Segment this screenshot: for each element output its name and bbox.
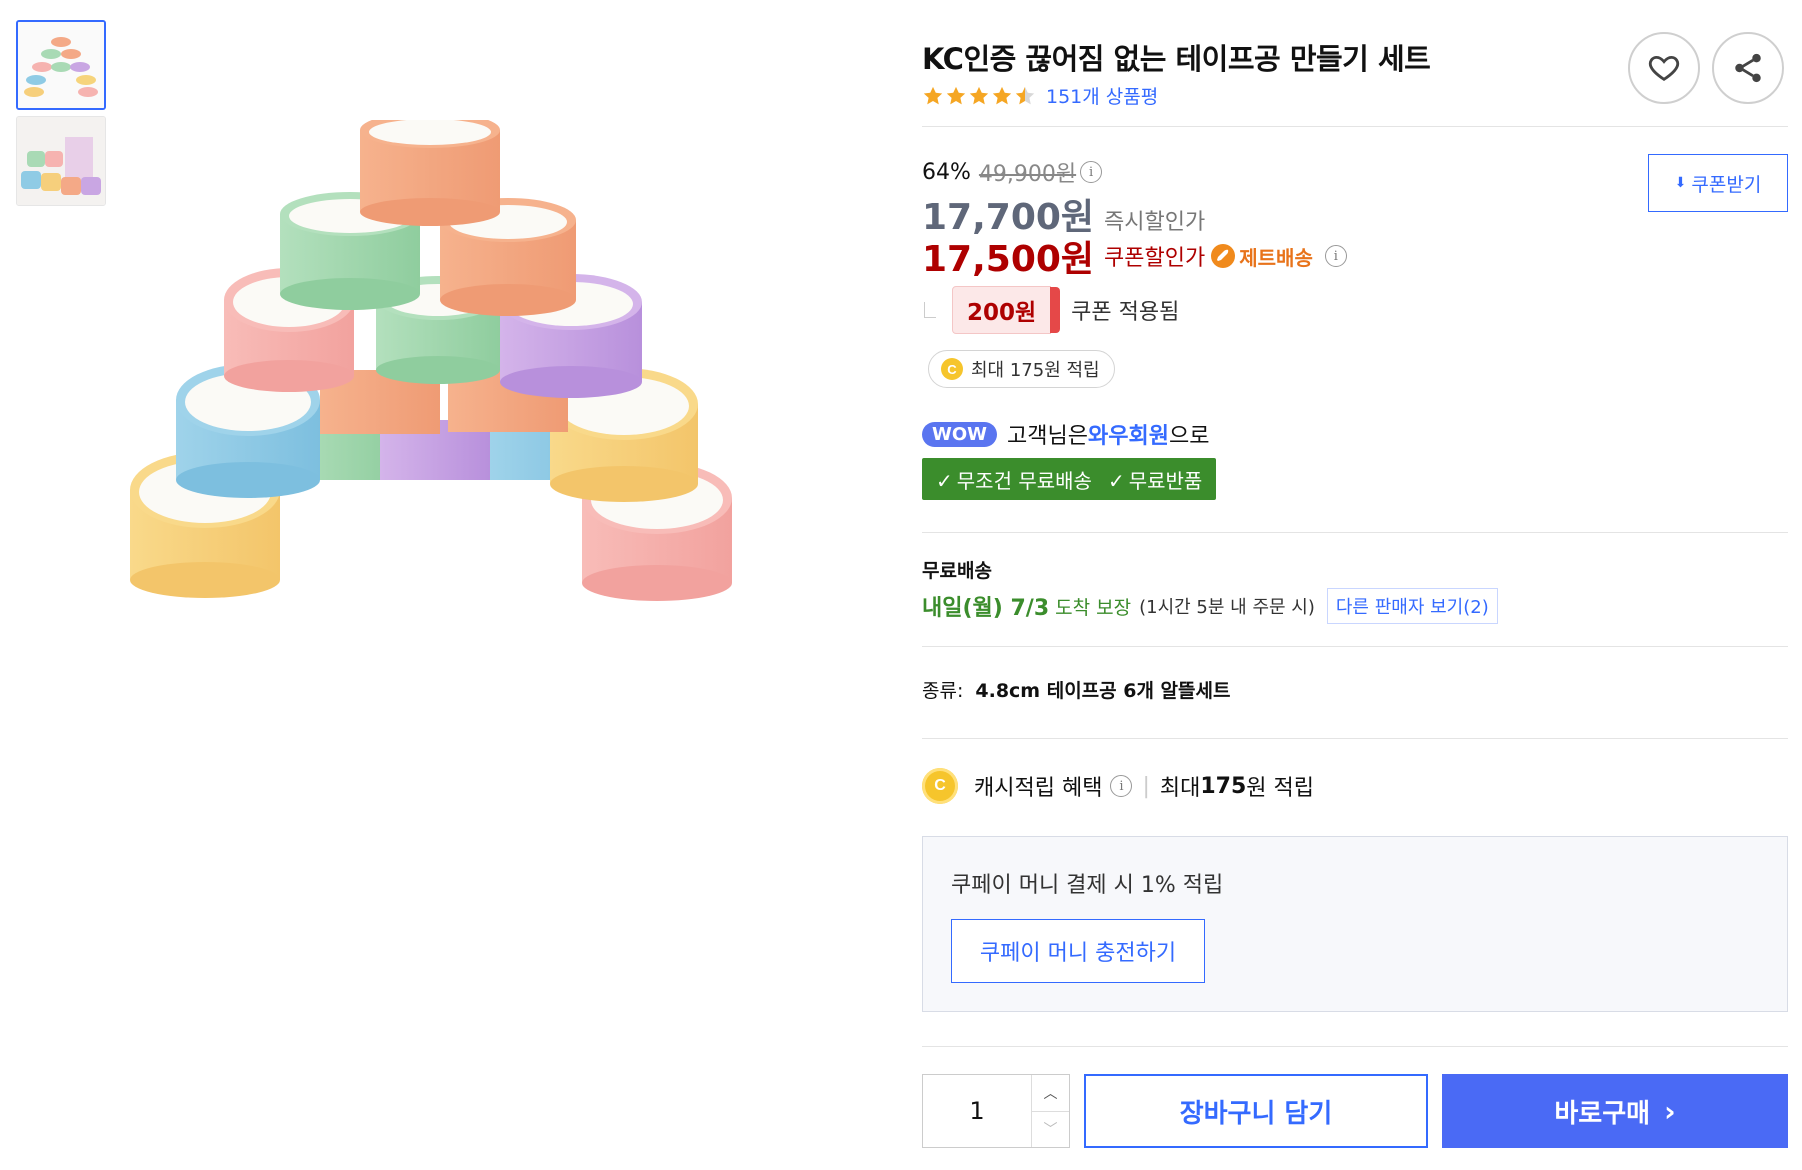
thumbnail-2-image (17, 117, 105, 205)
original-price: 49,900원 (978, 162, 1077, 187)
star-icon (923, 86, 943, 104)
coupon-price-label: 쿠폰할인가 (1104, 246, 1206, 271)
rocket-icon (1211, 244, 1236, 268)
cashback-label: 캐시적립 혜택 (974, 776, 1103, 801)
rating-row: 151개 상품평 (922, 82, 1158, 109)
check-icon: ✓ (936, 468, 953, 493)
quantity-decrease-button[interactable]: ﹀ (1032, 1110, 1069, 1148)
thumbnail-2[interactable] (16, 116, 106, 206)
quantity-increase-button[interactable]: ︿ (1032, 1075, 1069, 1111)
arrival-guarantee: 도착 보장 (1055, 596, 1132, 619)
quantity-steps: ︿ ﹀ (1031, 1075, 1069, 1147)
tree-corner (924, 302, 936, 318)
wow-member-row: WOW 고객님은 와우회원 으로 (922, 418, 1209, 450)
discount-row: 64% 49,900원 i (922, 156, 1103, 188)
coupon-download-label: 쿠폰받기 (1691, 173, 1762, 196)
coupon-applied-row: 200원 쿠폰 적용됨 (922, 286, 1179, 334)
divider (922, 646, 1788, 647)
coupay-charge-button[interactable]: 쿠페이 머니 충전하기 (951, 919, 1205, 983)
coupay-box: 쿠페이 머니 결제 시 1% 적립 쿠페이 머니 충전하기 (922, 836, 1788, 1012)
wow-highlight: 와우회원 (1087, 424, 1169, 449)
benefit-free-return-label: 무료반품 (1128, 468, 1203, 493)
discount-rate: 64% (922, 159, 971, 185)
cash-reward-pill: C 최대 175원 적립 (928, 350, 1115, 388)
arrival-date: 내일(월) 7/3 (922, 596, 1050, 621)
add-to-cart-button[interactable]: 장바구니 담기 (1084, 1074, 1428, 1148)
coupon-download-button[interactable]: ⬇ 쿠폰받기 (1648, 154, 1788, 212)
option-row: 종류: 4.8cm 테이프공 6개 알뜰세트 (922, 676, 1230, 703)
cashback-value-prefix: 최대 (1159, 776, 1201, 801)
cash-reward-text: 최대 175원 적립 (971, 360, 1100, 381)
shipping-row: 내일(월) 7/3 도착 보장 (1시간 5분 내 주문 시) 다른 판매자 보… (922, 588, 1498, 624)
coupon-amount-badge: 200원 (952, 286, 1061, 334)
benefit-free-return: ✓ 무료반품 (1108, 465, 1202, 494)
share-icon (1735, 53, 1761, 83)
cashback-row: C 캐시적립 혜택 i | 최대 175 원 적립 (922, 768, 1314, 804)
wow-suffix: 으로 (1168, 424, 1210, 449)
chevron-right-icon: › (1664, 1094, 1676, 1128)
thumbnail-1[interactable] (16, 20, 106, 110)
share-button[interactable] (1712, 32, 1784, 104)
check-icon: ✓ (1107, 468, 1125, 493)
star-icon (969, 86, 989, 104)
star-icon (946, 86, 966, 104)
cashback-value-amount: 175 (1200, 773, 1247, 799)
star-icon (992, 86, 1012, 104)
coupon-price-row: 17,500원 쿠폰할인가 제트배송 i (922, 230, 1347, 282)
product-main-image (130, 120, 732, 601)
wow-badge: WOW (922, 421, 998, 447)
wow-prefix: 고객님은 (1007, 424, 1088, 449)
info-icon[interactable]: i (1324, 245, 1347, 267)
order-condition: (1시간 5분 내 주문 시) (1139, 597, 1315, 618)
coupay-text: 쿠페이 머니 결제 시 1% 적립 (951, 873, 1224, 898)
half-star-icon (1015, 86, 1035, 104)
jet-delivery-label: 제트배송 (1239, 245, 1313, 270)
separator: | (1142, 773, 1150, 799)
shipping-title: 무료배송 (922, 560, 992, 582)
info-icon[interactable]: i (1110, 775, 1133, 797)
option-value: 4.8cm 테이프공 6개 알뜰세트 (975, 680, 1231, 702)
divider (922, 126, 1788, 127)
quantity-value[interactable]: 1 (923, 1075, 1031, 1147)
wow-benefits-box: ✓ 무조건 무료배송 ✓ 무료반품 (922, 458, 1217, 500)
review-count-link[interactable]: 151개 상품평 (1046, 82, 1158, 109)
coupon-applied-text: 쿠폰 적용됨 (1071, 300, 1180, 325)
coin-icon: C (941, 358, 963, 380)
benefit-free-shipping: ✓ 무조건 무료배송 (936, 465, 1092, 494)
other-sellers-button[interactable]: 다른 판매자 보기(2) (1326, 588, 1498, 624)
cashback-value-suffix: 원 적립 (1246, 776, 1314, 801)
divider (922, 532, 1788, 533)
buy-now-button[interactable]: 바로구매 › (1442, 1074, 1788, 1148)
thumbnail-1-image (18, 22, 104, 108)
download-icon: ⬇ (1674, 175, 1687, 191)
coupon-price: 17,500원 (922, 239, 1095, 280)
buy-now-label: 바로구매 (1554, 1098, 1651, 1129)
wishlist-button[interactable] (1628, 32, 1700, 104)
benefit-free-shipping-label: 무조건 무료배송 (956, 468, 1092, 493)
info-icon[interactable]: i (1080, 161, 1103, 183)
heart-icon (1648, 55, 1680, 81)
divider (922, 738, 1788, 739)
option-label: 종류: (922, 680, 964, 702)
quantity-stepper[interactable]: 1 ︿ ﹀ (922, 1074, 1070, 1148)
divider (922, 1046, 1788, 1047)
star-rating (922, 85, 1036, 107)
coin-icon: C (922, 768, 958, 804)
product-title: KC인증 끊어짐 없는 테이프공 만들기 세트 (922, 42, 1431, 76)
